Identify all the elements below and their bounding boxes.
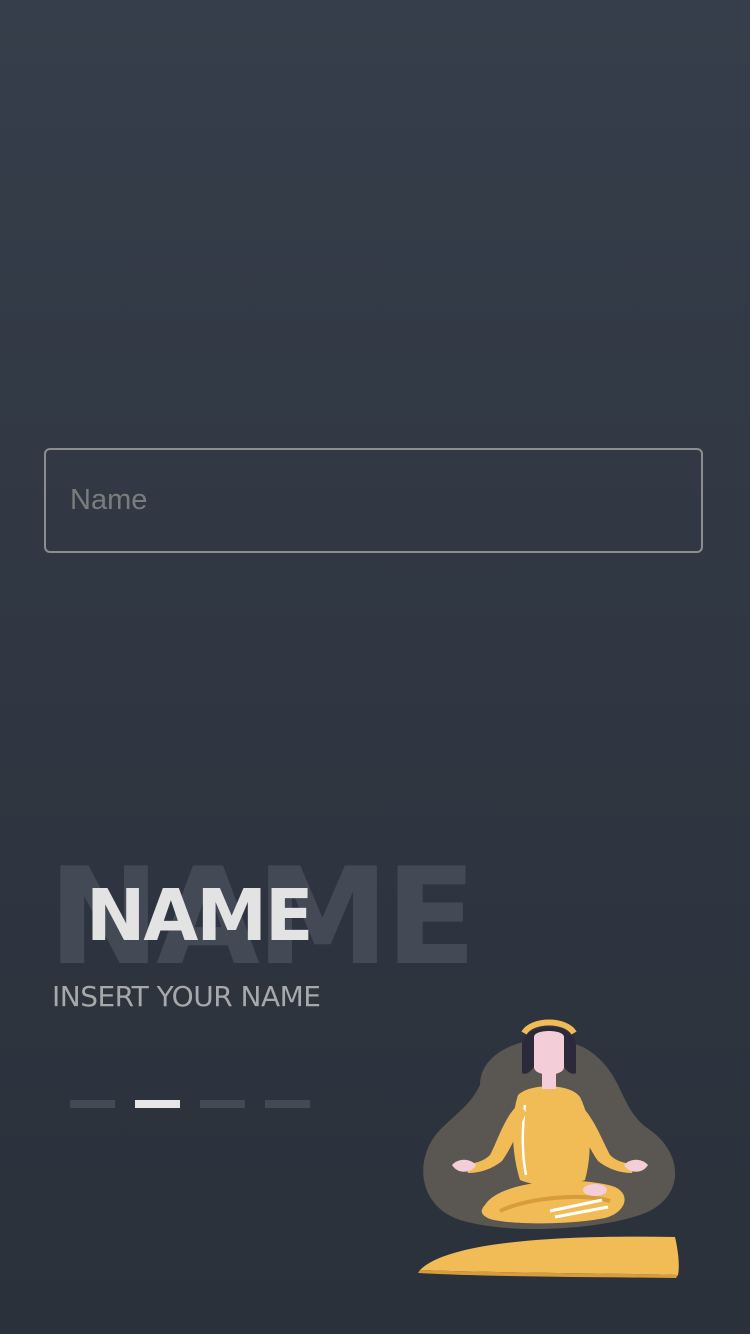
name-input[interactable] — [44, 448, 703, 553]
face — [534, 1031, 564, 1075]
onboarding-pager — [70, 1100, 310, 1108]
pager-dot-3[interactable] — [200, 1100, 245, 1108]
yoga-mat — [420, 1236, 679, 1275]
page-title: NAME — [86, 874, 314, 957]
meditating-woman-illustration — [418, 1019, 679, 1278]
pager-dot-1[interactable] — [70, 1100, 115, 1108]
page-subtitle: INSERT YOUR NAME — [52, 980, 321, 1013]
pager-dot-4[interactable] — [265, 1100, 310, 1108]
pager-dot-2-active[interactable] — [135, 1100, 180, 1108]
